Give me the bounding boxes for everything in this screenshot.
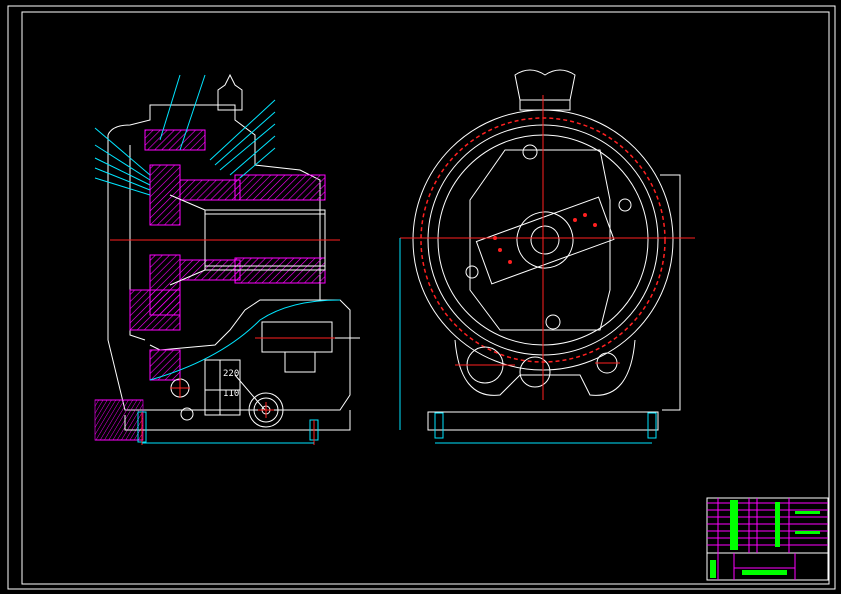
voltage-label-110: 110 — [223, 389, 239, 399]
front-view — [399, 69, 695, 444]
title-block — [706, 497, 829, 581]
cad-drawing: 220 110 — [7, 5, 836, 590]
side-section-view: 220 110 — [94, 73, 360, 445]
